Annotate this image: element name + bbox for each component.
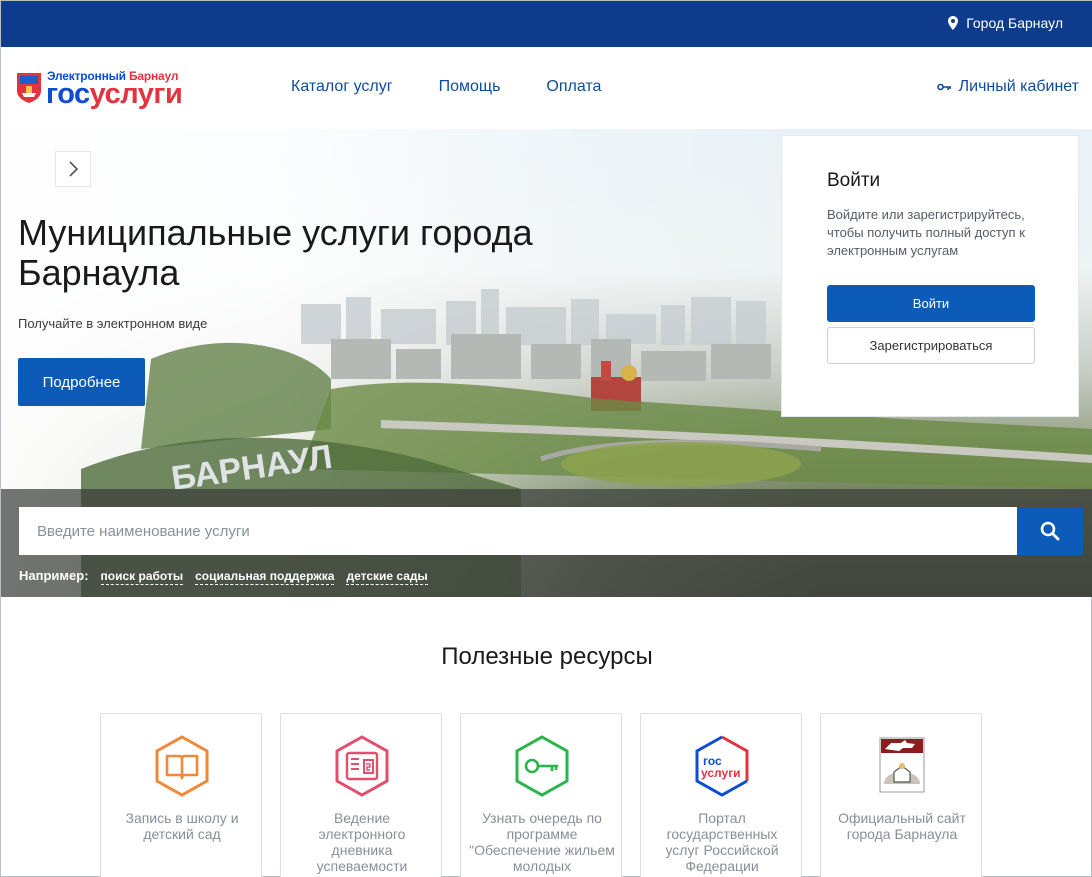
barnaul-emblem-icon [17,73,41,103]
search-button[interactable] [1017,507,1083,555]
header: Электронный Барнаул госуслуги Каталог ус… [1,47,1092,129]
search-panel: Например: поиск работы социальная поддер… [1,489,1092,597]
chevron-right-icon [69,161,78,177]
resource-card-gosuslugi[interactable]: гос услуги Портал государственных услуг … [640,713,802,877]
barnaul-coat-of-arms-icon [879,737,925,793]
register-button[interactable]: Зарегистрироваться [827,327,1035,364]
personal-cabinet-link[interactable]: Личный кабинет [936,78,1079,96]
book-icon [155,735,209,797]
resource-card-diary[interactable]: Ведение электронного дневника успеваемос… [280,713,442,877]
resource-label: Портал государственных услуг Российской … [665,810,779,874]
login-card: Войти Войдите или зарегистрируйтесь, что… [781,135,1079,417]
diary-icon [335,735,389,797]
resource-label: Ведение электронного дневника успеваемос… [316,810,408,874]
logo-brand: госуслуги [46,78,183,110]
example-link-job[interactable]: поиск работы [100,569,184,585]
hero-title: Муниципальные услуги города Барнаула [18,212,533,293]
resources-list: Запись в школу и детский сад Ведение эле… [100,713,982,877]
gosuslugi-logo-icon: гос услуги [695,735,749,797]
main-nav: Каталог услуг Помощь Оплата [291,78,601,96]
example-link-social[interactable]: социальная поддержка [195,569,335,585]
nav-catalog[interactable]: Каталог услуг [291,78,393,96]
nav-help[interactable]: Помощь [439,78,501,96]
more-button[interactable]: Подробнее [18,358,145,406]
gosuslugi-logo-text-b: услуги [701,766,741,780]
service-search-input[interactable] [19,507,1017,555]
key-icon [936,83,951,91]
cabinet-label: Личный кабинет [958,78,1079,95]
resource-label: Запись в школу и детский сад [125,810,239,842]
examples-label: Например: [19,568,89,583]
city-name: Город Барнаул [966,15,1063,31]
search-icon [1040,521,1060,541]
resources-title: Полезные ресурсы [441,643,653,670]
example-link-kindergarten[interactable]: детские сады [346,569,428,585]
resource-card-city-site[interactable]: Официальный сайт города Барнаула [820,713,982,877]
login-description: Войдите или зарегистрируйтесь, чтобы пол… [827,207,1025,258]
city-selector[interactable]: Город Барнаул [948,15,1063,31]
login-title: Войти [827,170,881,191]
nav-payment[interactable]: Оплата [546,78,601,96]
location-pin-icon [948,16,959,30]
slider-next-button[interactable] [55,151,91,187]
hero-subtitle: Получайте в электронном виде [18,316,208,331]
resource-label: Узнать очередь по программе "Обеспечение… [469,810,615,874]
site-logo[interactable]: Электронный Барнаул госуслуги [17,67,217,111]
resource-card-school[interactable]: Запись в школу и детский сад [100,713,262,877]
resource-label: Официальный сайт города Барнаула [838,810,966,842]
key-icon [515,735,569,797]
top-bar: Город Барнаул [1,1,1092,47]
login-button[interactable]: Войти [827,285,1035,322]
search-examples: Например: поиск работы социальная поддер… [19,568,428,585]
resource-card-housing-queue[interactable]: Узнать очередь по программе "Обеспечение… [460,713,622,877]
